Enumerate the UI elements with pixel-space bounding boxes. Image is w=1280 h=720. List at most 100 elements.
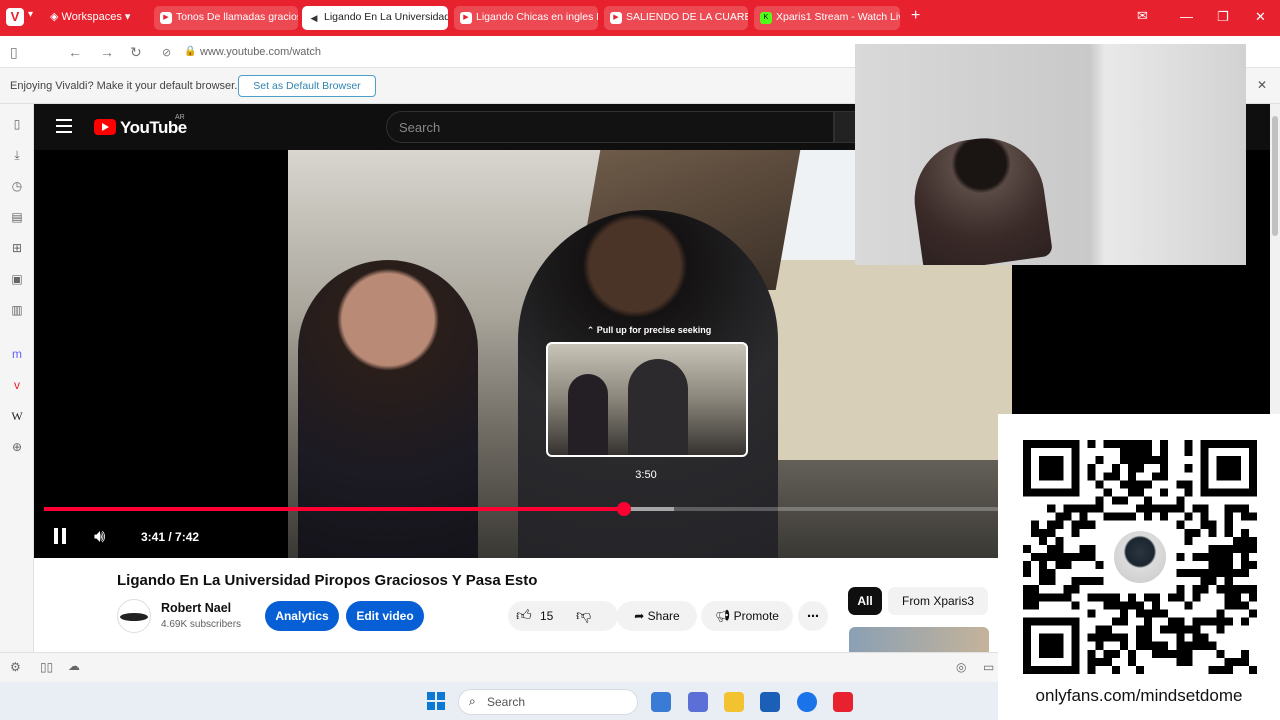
qr-module bbox=[1192, 633, 1201, 642]
taskbar-search[interactable]: ⌕ Search bbox=[458, 689, 638, 715]
task-view-icon[interactable] bbox=[651, 692, 671, 712]
youtube-logo-icon[interactable] bbox=[94, 119, 116, 135]
tile-tabs-icon[interactable]: ▭ bbox=[983, 660, 994, 674]
history-icon[interactable]: ◷ bbox=[9, 178, 25, 194]
pause-icon[interactable] bbox=[54, 528, 68, 544]
promote-button[interactable]: 📢︎ Promote bbox=[701, 601, 793, 631]
volume-icon[interactable]: 🔊︎ bbox=[94, 526, 105, 547]
qr-module bbox=[1087, 472, 1096, 481]
tiling-icon[interactable]: ▯▯ bbox=[40, 660, 53, 674]
browser-app-icon[interactable] bbox=[797, 692, 817, 712]
notepad-icon[interactable] bbox=[688, 692, 708, 712]
qr-module bbox=[1023, 585, 1032, 594]
workspaces-label: Workspaces bbox=[61, 11, 122, 23]
minimize-icon[interactable]: — bbox=[1180, 9, 1193, 24]
qr-module bbox=[1047, 552, 1056, 562]
promote-label: Promote bbox=[733, 609, 779, 623]
qr-module bbox=[1079, 504, 1088, 513]
panel-toggle-icon[interactable]: ▯ bbox=[10, 44, 18, 61]
tab-ligando-chicas[interactable]: ▶ Ligando Chicas en ingles M bbox=[454, 6, 598, 30]
window-panel-icon[interactable]: ▣ bbox=[9, 271, 25, 287]
sync-cloud-icon[interactable]: ☁ bbox=[68, 659, 80, 673]
scrollbar-thumb[interactable] bbox=[1272, 116, 1278, 236]
downloads-icon[interactable]: ⤓ bbox=[9, 147, 25, 163]
webcam-person bbox=[906, 130, 1054, 265]
chip-from-channel[interactable]: From Xparis3 bbox=[888, 587, 988, 615]
bookmarks-icon[interactable]: ▯ bbox=[9, 116, 25, 132]
search-input[interactable]: Search bbox=[386, 111, 834, 143]
youtube-logo-text[interactable]: YouTube bbox=[120, 118, 187, 138]
channel-avatar[interactable] bbox=[117, 599, 151, 633]
forward-icon[interactable]: → bbox=[100, 44, 114, 60]
maximize-icon[interactable]: ❐ bbox=[1217, 9, 1229, 25]
chip-all[interactable]: All bbox=[848, 587, 882, 615]
reload-icon[interactable]: ↻ bbox=[130, 44, 142, 61]
close-window-icon[interactable]: ✕ bbox=[1255, 9, 1266, 25]
share-button[interactable]: ➦ Share bbox=[617, 601, 697, 631]
qr-module bbox=[1168, 649, 1177, 658]
lock-icon[interactable]: 🔒 bbox=[184, 46, 196, 57]
edit-video-button[interactable]: Edit video bbox=[346, 601, 424, 631]
mastodon-icon[interactable]: m bbox=[9, 346, 25, 362]
vivaldi-taskbar-icon[interactable] bbox=[833, 692, 853, 712]
recommended-video-thumbnail[interactable] bbox=[849, 627, 989, 652]
qr-module bbox=[1216, 544, 1225, 553]
qr-module bbox=[1047, 544, 1056, 553]
file-explorer-icon[interactable] bbox=[724, 692, 744, 712]
qr-module bbox=[1031, 552, 1040, 562]
close-banner-icon[interactable]: ✕ bbox=[1257, 78, 1267, 92]
channel-name[interactable]: Robert Nael bbox=[161, 601, 231, 615]
chevron-down-icon[interactable]: ▾ bbox=[28, 9, 33, 20]
tracker-blocker-icon[interactable]: ⊘ bbox=[162, 46, 171, 59]
qr-module bbox=[1087, 609, 1096, 618]
region-code: AR bbox=[175, 114, 185, 121]
notes-icon[interactable]: ▤ bbox=[9, 209, 25, 225]
url-field[interactable]: www.youtube.com/watch bbox=[200, 46, 321, 58]
qr-module bbox=[1144, 448, 1153, 457]
qr-module bbox=[1168, 504, 1177, 513]
qr-module bbox=[1055, 536, 1064, 545]
mail-icon[interactable]: ✉ bbox=[1137, 8, 1148, 24]
youtube-icon: ▶ bbox=[610, 12, 622, 24]
qr-module bbox=[1119, 641, 1128, 650]
qr-module bbox=[1184, 480, 1193, 489]
kick-icon: K bbox=[760, 12, 772, 24]
new-tab-icon[interactable]: + bbox=[911, 7, 920, 25]
analytics-button[interactable]: Analytics bbox=[265, 601, 339, 631]
wikipedia-icon[interactable]: W bbox=[9, 408, 25, 424]
qr-module bbox=[1119, 496, 1128, 505]
tab-saliendo[interactable]: ▶ SALIENDO DE LA CUARENT bbox=[604, 6, 748, 30]
tab-tonos[interactable]: ▶ Tonos De llamadas graciosos bbox=[154, 6, 298, 30]
qr-module bbox=[1200, 569, 1209, 578]
tab-xparis-stream[interactable]: K Xparis1 Stream - Watch Live bbox=[754, 6, 900, 30]
set-default-browser-button[interactable]: Set as Default Browser bbox=[238, 75, 376, 97]
more-actions-icon[interactable]: ⋯ bbox=[798, 601, 828, 631]
qr-module bbox=[1039, 561, 1048, 570]
vivaldi-icon[interactable]: v bbox=[9, 377, 25, 393]
tab-ligando-universidad[interactable]: ◀ Ligando En La Universidad bbox=[302, 6, 448, 30]
reading-list-icon[interactable]: ▥ bbox=[9, 302, 25, 318]
progress-scrubber-handle[interactable] bbox=[617, 502, 632, 516]
menu-icon[interactable] bbox=[56, 119, 72, 133]
capture-icon[interactable]: ◎ bbox=[956, 660, 966, 674]
dislike-icon[interactable]: 👎︎ bbox=[576, 601, 591, 631]
qr-module bbox=[1103, 593, 1112, 602]
qr-module bbox=[1071, 504, 1080, 513]
qr-module bbox=[1176, 593, 1185, 602]
add-panel-icon[interactable]: ⊕ bbox=[9, 439, 25, 455]
store-icon[interactable] bbox=[760, 692, 780, 712]
like-icon[interactable]: 👍︎ bbox=[516, 601, 532, 631]
youtube-icon: ▶ bbox=[160, 12, 172, 24]
settings-icon[interactable]: ⚙ bbox=[10, 660, 21, 674]
qr-module bbox=[1192, 585, 1201, 594]
qr-module bbox=[1135, 665, 1145, 674]
translate-icon[interactable]: ⊞ bbox=[9, 240, 25, 256]
qr-module bbox=[1095, 633, 1104, 642]
vivaldi-menu-icon[interactable]: V bbox=[6, 8, 24, 26]
youtube-icon: ▶ bbox=[460, 12, 472, 24]
qr-module bbox=[1135, 464, 1145, 473]
windows-start-icon[interactable] bbox=[427, 692, 445, 710]
workspaces-button[interactable]: ◈ Workspaces ▾ bbox=[50, 10, 130, 23]
qr-module bbox=[1160, 472, 1169, 481]
back-icon[interactable]: ← bbox=[68, 44, 82, 60]
